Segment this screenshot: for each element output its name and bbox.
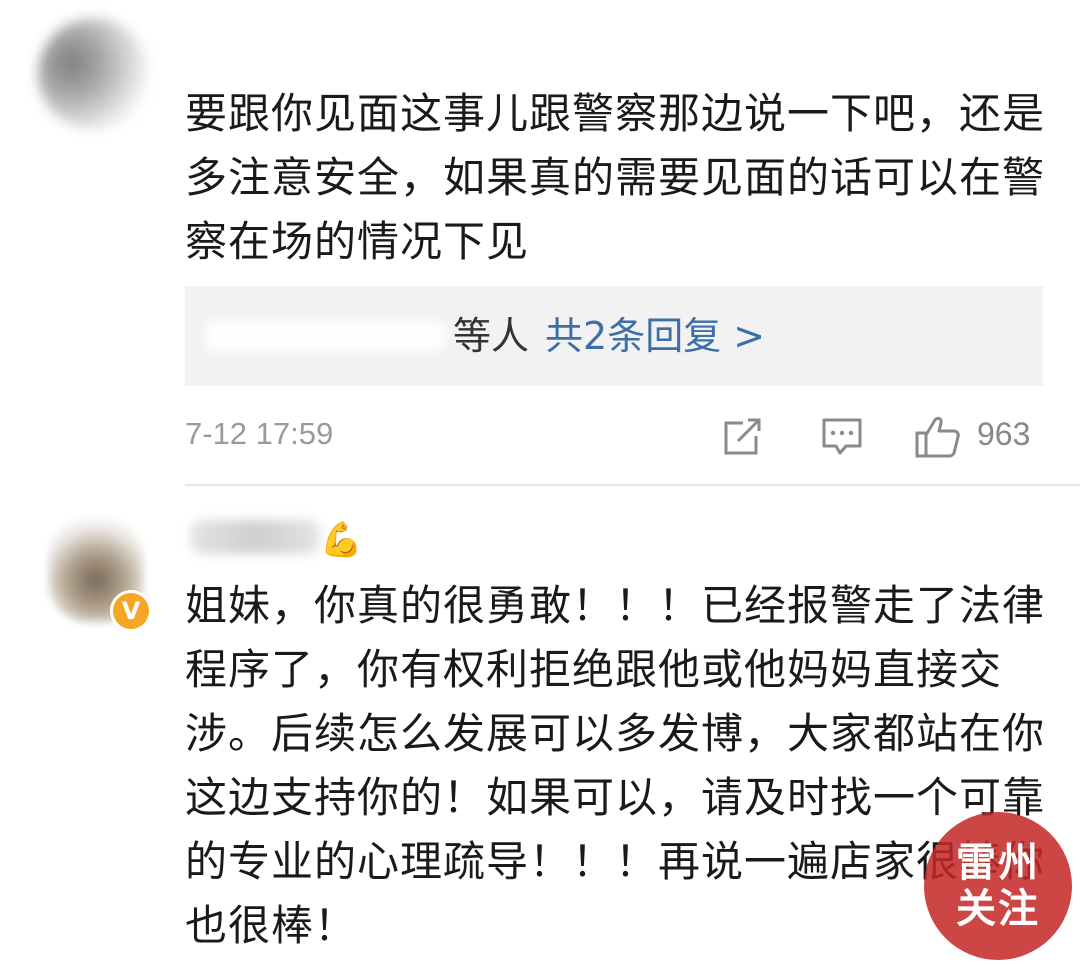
verified-badge-icon: V: [110, 590, 152, 632]
flexed-arm-emoji: 💪: [320, 520, 363, 560]
reply-others-label: 等人: [453, 314, 530, 358]
comment-timestamp: 7-12 17:59: [185, 416, 334, 451]
reply-summary[interactable]: 等人 共2条回复 >: [185, 286, 1043, 386]
comment-icon[interactable]: [819, 414, 865, 458]
reply-usernames-blurred: [205, 322, 445, 350]
comment-meta-bar: 7-12 17:59 963: [185, 412, 1043, 460]
comment-text: 要跟你见面这事儿跟警察那边说一下吧，还是多注意安全，如果真的需要见面的话可以在警…: [185, 89, 1046, 266]
comment-text: 姐妹，你真的很勇敢！！！已经报警走了法律程序了，你有权利拒绝跟他或他妈妈直接交涉…: [185, 581, 1046, 950]
weibo-comment-list: 要跟你见面这事儿跟警察那边说一下吧，还是多注意安全，如果真的需要见面的话可以在警…: [0, 0, 1080, 965]
like-count: 963: [977, 416, 1031, 452]
commenter-username-blurred[interactable]: [190, 20, 320, 46]
commenter-avatar[interactable]: [38, 18, 150, 130]
watermark-logo: 雷州 关注: [924, 812, 1072, 960]
reply-summary-text: 等人 共2条回复 >: [453, 312, 765, 360]
thumbs-up-icon[interactable]: [913, 414, 963, 460]
share-icon[interactable]: [721, 414, 765, 458]
commenter-username-blurred[interactable]: [190, 520, 320, 554]
watermark-line-2: 关注: [956, 886, 1040, 932]
comment-divider: [185, 484, 1080, 486]
watermark-line-1: 雷州: [956, 840, 1040, 886]
view-replies-link[interactable]: 共2条回复 >: [545, 314, 765, 358]
